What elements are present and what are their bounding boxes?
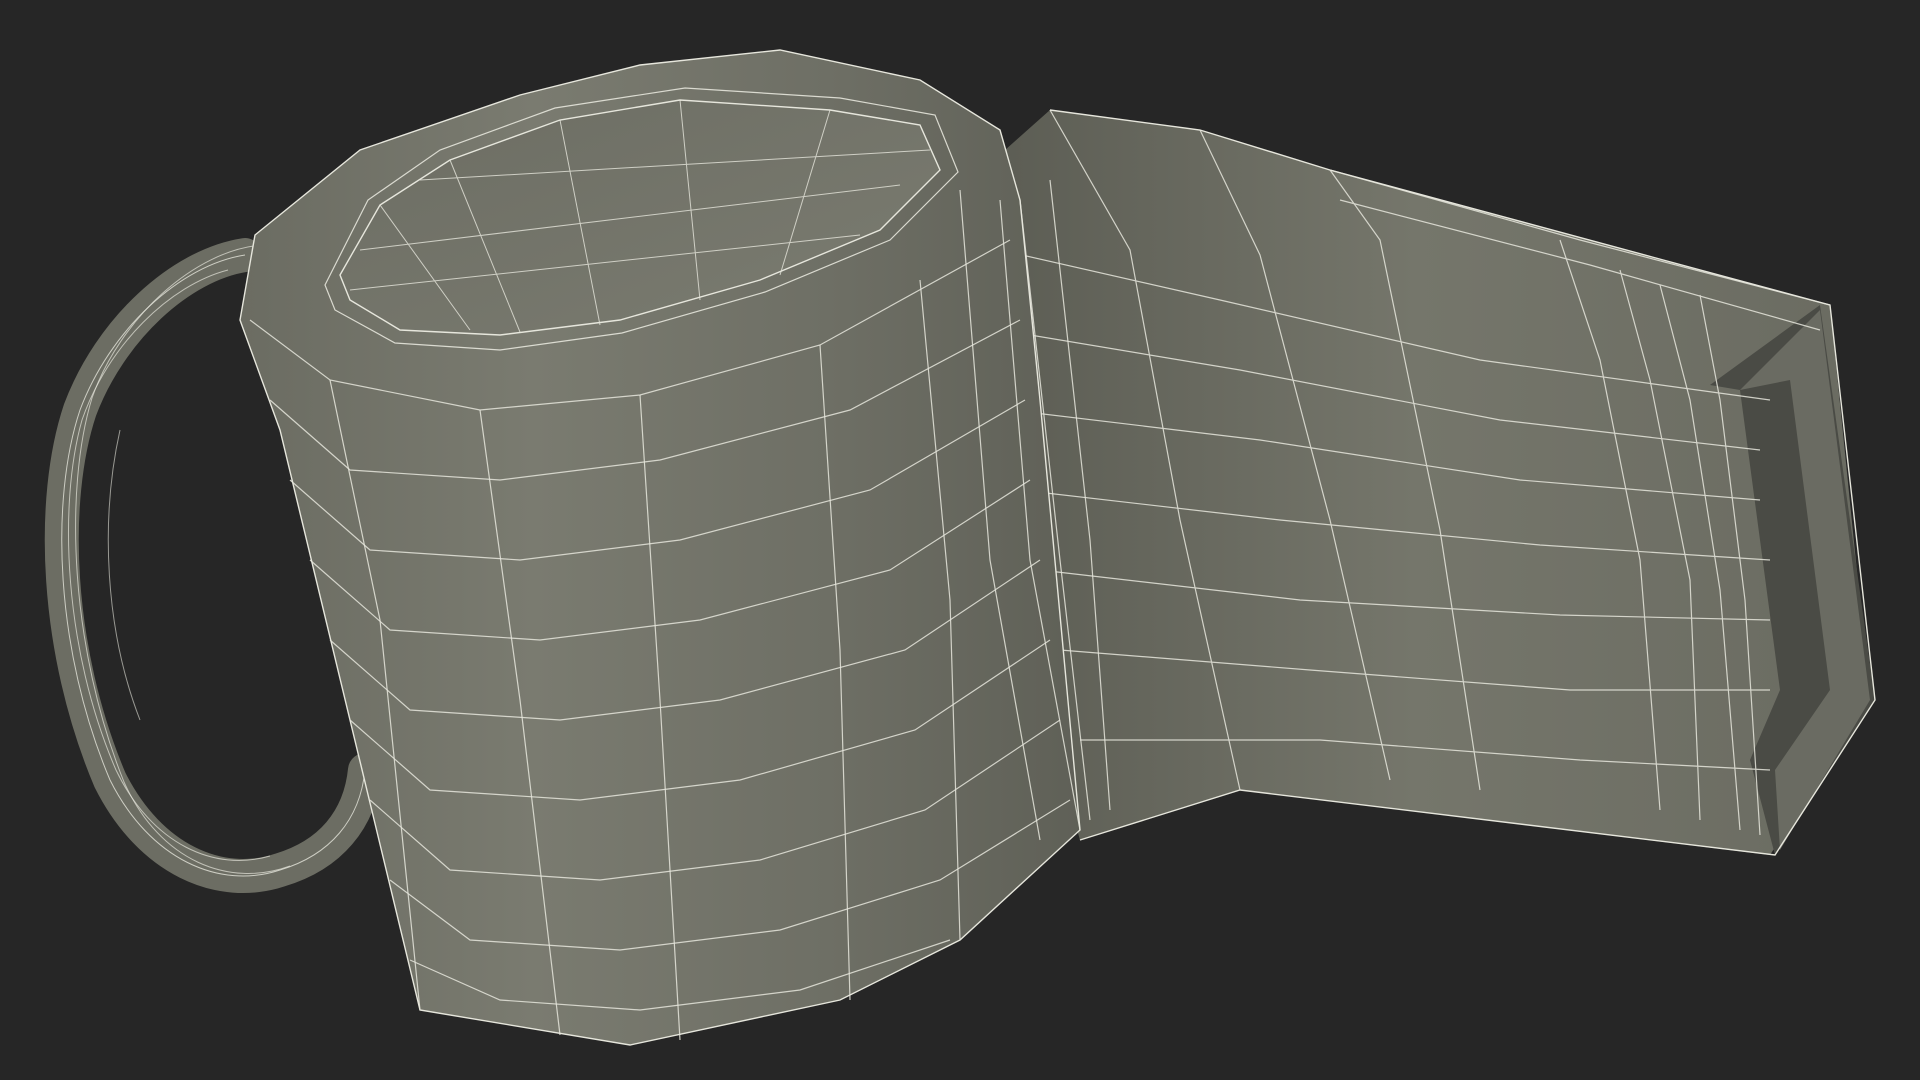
- 3d-viewport[interactable]: [0, 0, 1920, 1080]
- whistle-render: [0, 0, 1920, 1080]
